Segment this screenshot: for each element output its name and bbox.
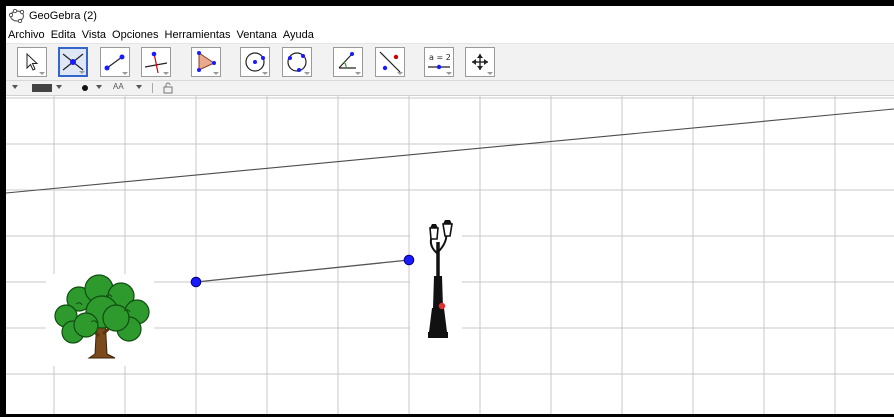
line-f[interactable]	[6, 108, 894, 194]
menu-archivo[interactable]: Archivo	[6, 29, 48, 41]
move-graphics-view-tool[interactable]	[465, 47, 495, 77]
point-a[interactable]	[190, 276, 202, 288]
reflect-tool[interactable]	[375, 47, 405, 77]
menu-edita[interactable]: Edita	[48, 29, 79, 41]
point-c[interactable]	[438, 302, 446, 310]
segment-tool[interactable]	[100, 47, 130, 77]
menu-vista[interactable]: Vista	[79, 29, 109, 41]
color-dropdown-icon[interactable]	[56, 85, 62, 89]
menu-ayuda[interactable]: Ayuda	[280, 29, 317, 41]
segment-ab[interactable]	[195, 259, 410, 283]
slider-label: a = 2	[429, 53, 451, 62]
point-b[interactable]	[403, 254, 415, 266]
street-lamp-image[interactable]	[410, 220, 462, 342]
circle-three-points-tool[interactable]	[282, 47, 312, 77]
style-bar: AA	[6, 81, 894, 96]
move-tool[interactable]	[17, 47, 47, 77]
angle-tool[interactable]	[333, 47, 363, 77]
circle-tool[interactable]	[240, 47, 270, 77]
unlock-icon[interactable]	[163, 82, 173, 94]
menu-opciones[interactable]: Opciones	[109, 29, 161, 41]
point-style-icon[interactable]	[82, 85, 88, 91]
color-swatch[interactable]	[32, 84, 52, 92]
title-bar: GeoGebra (2)	[6, 6, 894, 26]
stylebar-toggle-icon[interactable]	[12, 85, 18, 89]
stylebar-divider	[152, 83, 153, 93]
perpendicular-line-tool[interactable]	[141, 47, 171, 77]
font-size-dropdown-icon[interactable]	[136, 85, 142, 89]
menu-bar: Archivo Edita Vista Opciones Herramienta…	[6, 26, 894, 44]
slider-tool[interactable]: a = 2	[424, 47, 454, 77]
geogebra-logo-icon	[8, 7, 26, 25]
polygon-tool[interactable]	[191, 47, 221, 77]
window-title: GeoGebra (2)	[29, 10, 97, 22]
font-size-button[interactable]: AA	[113, 82, 124, 91]
menu-herramientas[interactable]: Herramientas	[162, 29, 234, 41]
graphics-canvas[interactable]	[6, 96, 894, 414]
geogebra-window: GeoGebra (2) Archivo Edita Vista Opcione…	[6, 6, 894, 414]
tree-image[interactable]	[46, 274, 154, 366]
graphics-view[interactable]	[6, 96, 894, 414]
toolbar: a = 2	[6, 44, 894, 81]
menu-ventana[interactable]: Ventana	[234, 29, 280, 41]
point-style-dropdown-icon[interactable]	[96, 85, 102, 89]
point-tool[interactable]	[58, 47, 88, 77]
